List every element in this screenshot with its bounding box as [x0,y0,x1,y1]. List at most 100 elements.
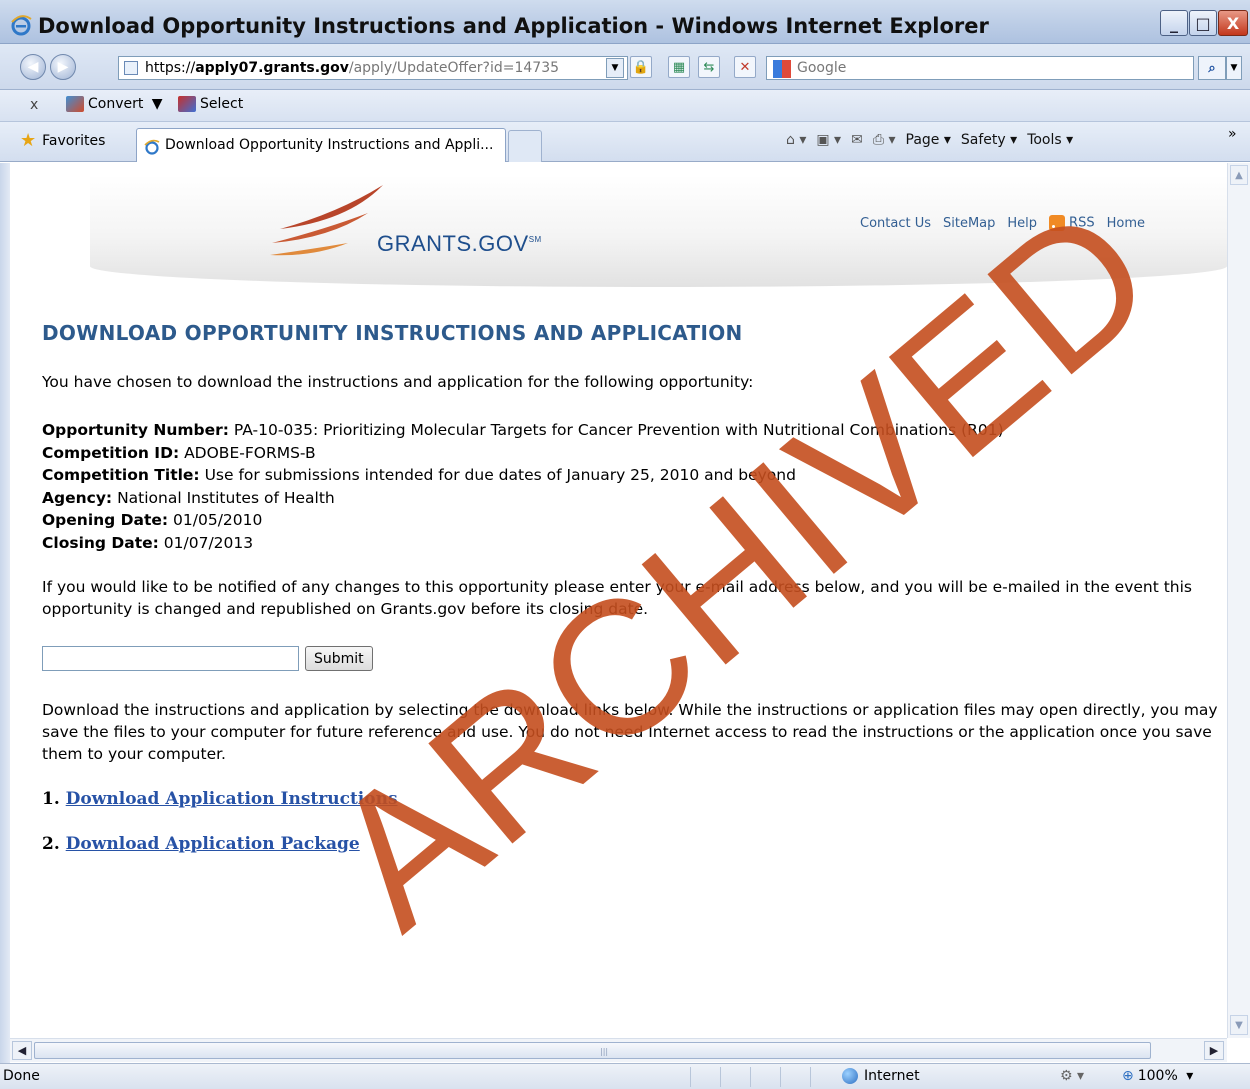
command-bar: x Convert ▼ Select [0,90,1250,122]
rss-icon [1049,215,1066,231]
horizontal-scrollbar[interactable]: ◀ ||| ▶ [10,1038,1227,1062]
download-application-package-link[interactable]: Download Application Package [66,834,360,854]
scroll-up-icon[interactable]: ▲ [1230,165,1248,185]
maximize-button[interactable]: □ [1189,10,1217,36]
tab-download-opportunity[interactable]: Download Opportunity Instructions and Ap… [136,128,506,162]
detail-value: ADOBE-FORMS-B [179,443,316,462]
convert-dropdown-icon[interactable]: ▼ [147,96,163,112]
security-zone[interactable]: Internet [842,1068,920,1084]
window-title: Download Opportunity Instructions and Ap… [38,14,989,38]
close-button[interactable]: X [1218,10,1248,36]
opening-date-row: Opening Date: 01/05/2010 [42,509,1004,532]
status-divider [690,1067,691,1087]
zone-label: Internet [864,1068,920,1084]
search-options-dropdown[interactable]: ▼ [1226,56,1242,80]
contact-us-link[interactable]: Contact Us [860,216,931,231]
rss-label: RSS [1069,215,1095,231]
detail-value: 01/05/2010 [168,511,263,529]
minimize-button[interactable]: _ [1160,10,1188,36]
lock-icon[interactable]: 🔒 [630,56,652,78]
feeds-icon[interactable]: ▣ ▾ [816,132,841,148]
tools-menu[interactable]: Tools ▾ [1027,132,1073,148]
email-subscribe-form: Submit [42,646,373,671]
status-bar: Done Internet ⚙ ▾ ⊕ 100% ▾ [0,1063,1250,1089]
stop-icon[interactable]: ✕ [734,56,756,78]
back-button[interactable]: ◀ [20,54,46,80]
safety-menu-label: Safety [960,132,1006,148]
convert-button[interactable]: Convert ▼ [66,96,163,112]
detail-label: Opening Date: [42,511,169,529]
agency-row: Agency: National Institutes of Health [42,487,1004,510]
page-menu[interactable]: Page ▾ [906,132,951,148]
status-divider [810,1067,811,1087]
new-tab-button[interactable] [508,130,542,162]
home-icon[interactable]: ⌂ ▾ [786,132,806,148]
safety-menu[interactable]: Safety ▾ [961,132,1017,148]
detail-label: Agency: [42,488,113,507]
page-menu-label: Page [905,132,940,148]
window-frame-left [0,163,10,1063]
refresh-icon[interactable]: ⇆ [698,56,720,78]
address-dropdown-button[interactable]: ▼ [606,58,624,78]
detail-value: Use for submissions intended for due dat… [199,466,796,484]
zoom-control[interactable]: ⊕ 100% ▾ [1122,1068,1193,1084]
detail-value: National Institutes of Health [112,488,335,507]
window-title-bar: Download Opportunity Instructions and Ap… [0,0,1250,44]
compatibility-view-icon[interactable]: ▦ [668,56,690,78]
forward-button[interactable]: ▶ [50,54,76,80]
download-item-package: 2. Download Application Package [42,834,360,854]
favorites-label: Favorites [42,133,106,149]
favorites-button[interactable]: ★ Favorites [20,132,106,150]
status-text: Done [3,1068,40,1084]
mail-icon[interactable]: ✉ [851,132,863,148]
help-link[interactable]: Help [1007,216,1037,231]
tools-menu-label: Tools [1027,132,1062,148]
rss-link[interactable]: RSS [1049,215,1095,231]
home-link[interactable]: Home [1107,216,1145,231]
scroll-down-icon[interactable]: ▼ [1230,1015,1248,1035]
email-field[interactable] [42,646,299,671]
globe-icon [842,1068,858,1084]
convert-pdf-icon [66,96,84,112]
address-field[interactable]: https://apply07.grants.gov/apply/UpdateO… [118,56,628,80]
print-icon[interactable]: ⎙ ▾ [873,132,896,148]
protected-mode-icon[interactable]: ⚙ ▾ [1060,1068,1084,1084]
download-number: 2. [42,834,60,854]
competition-title-row: Competition Title: Use for submissions i… [42,464,1004,487]
forward-arrow-icon: ▶ [57,59,69,75]
search-placeholder: Google [797,60,847,76]
zoom-dropdown-icon[interactable]: ▾ [1182,1068,1193,1084]
ie-tab-icon [144,139,160,155]
detail-value: PA-10-035: Prioritizing Molecular Target… [228,421,1004,439]
submit-button[interactable]: Submit [305,646,373,671]
search-button[interactable]: ⌕ [1198,56,1226,80]
vertical-scrollbar[interactable]: ▲ ▼ [1227,163,1250,1038]
select-button[interactable]: Select [178,96,243,112]
toolbar-overflow-icon[interactable]: » [1228,126,1237,142]
opportunity-details: Opportunity Number: PA-10-035: Prioritiz… [42,419,1004,554]
close-toolbar-icon[interactable]: x [30,97,38,113]
page-viewport: GRANTS.GOVSM Contact Us SiteMap Help RSS… [10,163,1227,1038]
sitemap-link[interactable]: SiteMap [943,216,995,231]
close-icon: X [1226,13,1240,33]
download-instructions-text: Download the instructions and applicatio… [42,701,1218,763]
select-icon [178,96,196,112]
download-item-instructions: 1. Download Application Instructions [42,789,398,809]
status-divider [780,1067,781,1087]
address-toolbar: ◀ ▶ https://apply07.grants.gov/apply/Upd… [0,44,1250,90]
page-title: DOWNLOAD OPPORTUNITY INSTRUCTIONS AND AP… [42,321,743,345]
search-field[interactable]: Google [766,56,1194,80]
intro-text: You have chosen to download the instruct… [42,373,754,391]
scroll-left-icon[interactable]: ◀ [12,1041,32,1060]
competition-id-row: Competition ID: ADOBE-FORMS-B [42,442,1004,465]
search-icon: ⌕ [1208,60,1216,76]
header-links: Contact Us SiteMap Help RSS Home [860,215,1145,231]
download-application-instructions-link[interactable]: Download Application Instructions [66,789,398,809]
grants-gov-logo-text: GRANTS.GOVSM [377,231,542,257]
horizontal-scroll-thumb[interactable]: ||| [34,1042,1151,1059]
download-number: 1. [42,789,60,809]
scroll-right-icon[interactable]: ▶ [1204,1041,1224,1060]
tab-label: Download Opportunity Instructions and Ap… [165,137,494,153]
status-divider [750,1067,751,1087]
site-header [90,175,1227,287]
